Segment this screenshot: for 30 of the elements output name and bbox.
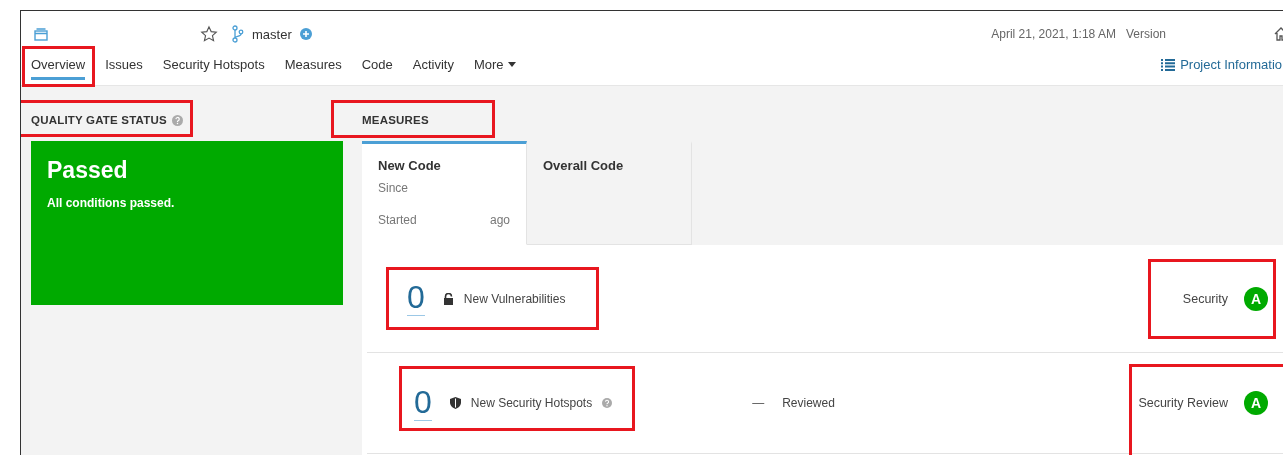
measure-label: New Security Hotspots bbox=[470, 396, 593, 410]
measure-value[interactable]: 0 bbox=[407, 281, 425, 316]
nav-tab[interactable]: Issues bbox=[105, 57, 143, 80]
nav-tab[interactable]: Overview bbox=[31, 57, 86, 80]
analysis-date: April 21, 2021, 1:18 AM bbox=[991, 27, 1116, 41]
branch-name[interactable]: master bbox=[252, 26, 292, 42]
nav-tab[interactable]: Activity bbox=[412, 57, 454, 80]
period-since: Since bbox=[378, 181, 410, 195]
project-information-link[interactable]: Project Informatio bbox=[1161, 57, 1282, 72]
measure-value[interactable]: 0 bbox=[414, 385, 432, 421]
nav-tab[interactable]: Measures bbox=[284, 57, 342, 80]
period-tab[interactable]: New Code Since Started ago bbox=[362, 141, 527, 245]
rating-label: Security Review bbox=[1138, 396, 1228, 410]
nav-tab[interactable]: Code bbox=[361, 57, 393, 80]
period-title: Overall Code bbox=[543, 158, 625, 173]
gate-status: Passed bbox=[47, 157, 129, 184]
period-ago: ago bbox=[489, 213, 510, 227]
nav-tab[interactable]: Security Hotspots bbox=[162, 57, 265, 80]
section-heading: MEASURES bbox=[362, 114, 429, 126]
reviewed-label: Reviewed bbox=[782, 396, 835, 410]
version-label: Version bbox=[1125, 27, 1166, 41]
period-started: Started bbox=[378, 213, 417, 227]
period-title: New Code bbox=[378, 158, 442, 173]
period-tab[interactable]: Overall Code bbox=[527, 141, 692, 245]
measure-label: New Vulnerabilities bbox=[463, 291, 566, 306]
gate-message: All conditions passed. bbox=[47, 196, 176, 210]
nav-tab[interactable]: More bbox=[473, 57, 516, 80]
rating-label: Security bbox=[1182, 291, 1228, 306]
section-heading: QUALITY GATE STATUS bbox=[31, 114, 167, 126]
reviewed-value: — bbox=[752, 396, 765, 410]
